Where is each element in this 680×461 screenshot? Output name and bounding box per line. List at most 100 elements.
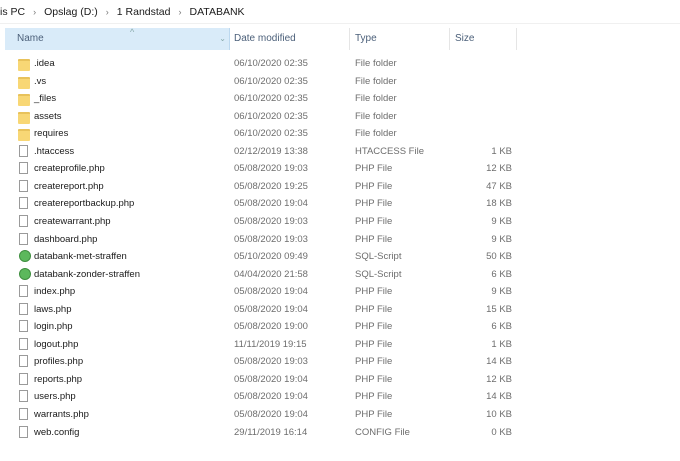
chevron-down-icon[interactable]: ⌄ [219,28,226,50]
file-name: laws.php [34,303,72,315]
chevron-right-icon: › [178,7,182,17]
file-type: PHP File [355,338,393,350]
breadcrumb-item[interactable]: 1 Randstad [117,6,171,18]
file-type: PHP File [355,409,393,420]
file-size: 0 KB [491,426,512,438]
file-date: 04/04/2020 21:58 [234,268,308,280]
file-icon [19,179,28,192]
file-name: web.config [34,426,80,438]
file-row[interactable]: .htaccess 02/12/2019 13:38 HTACCESS File… [0,143,520,160]
file-size: 47 KB [486,180,512,192]
column-divider[interactable] [449,28,450,50]
file-size: 15 KB [486,303,512,315]
column-divider[interactable] [349,28,350,50]
file-size: 9 KB [491,215,512,227]
file-date: 05/08/2020 19:00 [234,321,308,333]
file-date: 06/10/2020 02:35 [234,128,308,140]
file-date: 05/08/2020 19:25 [234,180,308,192]
file-icon [19,197,28,210]
file-row[interactable]: databank-zonder-straffen 04/04/2020 21:5… [0,266,520,283]
file-size: 12 KB [486,373,512,385]
column-header-date[interactable]: Date modified [234,28,344,50]
file-row[interactable]: reports.php 05/08/2020 19:04 PHP File 12… [0,371,520,388]
file-type: CONFIG File [355,426,410,438]
file-row[interactable]: .vs 06/10/2020 02:35 File folder [0,73,520,90]
file-type: HTACCESS File [355,145,424,157]
file-row[interactable]: web.config 29/11/2019 16:14 CONFIG File … [0,424,520,441]
file-size: 12 KB [486,163,512,175]
file-size: 9 KB [491,233,512,245]
file-name: databank-met-straffen [34,251,127,263]
folder-icon [18,76,30,89]
file-icon [19,144,28,157]
column-label: Name [17,33,44,44]
file-icon [19,285,28,298]
file-icon [19,162,28,175]
file-icon [19,337,28,350]
file-row[interactable]: assets 06/10/2020 02:35 File folder [0,108,520,125]
file-name: requires [34,128,69,140]
file-name: createreport.php [34,180,104,192]
file-icon [19,372,28,385]
file-row[interactable]: .idea 06/10/2020 02:35 File folder [0,55,520,72]
file-icon [19,302,28,315]
file-size: 9 KB [491,286,512,298]
file-row[interactable]: _files 06/10/2020 02:35 File folder [0,90,520,107]
file-row[interactable]: login.php 05/08/2020 19:00 PHP File 6 KB [0,318,520,335]
file-name: .htaccess [34,145,75,157]
column-header-size[interactable]: Size [455,28,515,50]
file-row[interactable]: createwarrant.php 05/08/2020 19:03 PHP F… [0,213,520,230]
file-size: 6 KB [491,321,512,333]
file-date: 05/08/2020 19:03 [234,215,308,227]
file-icon [19,425,28,438]
column-header: ^ Name ⌄ Date modified Type Size [0,27,520,50]
file-type: PHP File [355,303,393,315]
file-name: .vs [34,75,47,87]
file-row[interactable]: createreportbackup.php 05/08/2020 19:04 … [0,195,520,212]
file-date: 05/08/2020 19:03 [234,163,308,175]
file-date: 05/08/2020 19:04 [234,409,308,420]
breadcrumb-item[interactable]: is PC [0,6,25,18]
file-row[interactable]: users.php 05/08/2020 19:04 PHP File 14 K… [0,388,520,405]
file-row[interactable]: requires 06/10/2020 02:35 File folder [0,125,520,142]
file-row[interactable]: laws.php 05/08/2020 19:04 PHP File 15 KB [0,301,520,318]
breadcrumb: is PC › Opslag (D:) › 1 Randstad › DATABANK [0,4,245,20]
file-type: File folder [355,128,397,140]
file-size: 18 KB [486,198,512,210]
file-date: 05/10/2020 09:49 [234,251,308,263]
file-row[interactable]: databank-met-straffen 05/10/2020 09:49 S… [0,248,520,265]
file-type: File folder [355,110,397,122]
file-size: 50 KB [486,251,512,263]
breadcrumb-item[interactable]: DATABANK [190,6,245,18]
file-name: warrants.php [34,409,89,420]
file-row[interactable]: warrants.php 05/08/2020 19:04 PHP File 1… [0,406,520,423]
column-header-type[interactable]: Type [355,28,445,50]
file-row[interactable]: createreport.php 05/08/2020 19:25 PHP Fi… [0,178,520,195]
file-type: File folder [355,75,397,87]
sql-script-icon [19,250,31,263]
file-icon [19,320,28,333]
file-type: PHP File [355,356,393,368]
file-name: dashboard.php [34,233,98,245]
file-name: assets [34,110,62,122]
file-row[interactable]: index.php 05/08/2020 19:04 PHP File 9 KB [0,283,520,300]
sort-ascending-icon: ^ [130,27,135,37]
file-row[interactable]: dashboard.php 05/08/2020 19:03 PHP File … [0,231,520,248]
file-type: PHP File [355,163,393,175]
file-icon [19,214,28,227]
file-name: logout.php [34,338,79,350]
file-name: index.php [34,286,76,298]
chevron-right-icon: › [105,7,109,17]
breadcrumb-item[interactable]: Opslag (D:) [44,6,98,18]
column-header-name[interactable]: ^ Name ⌄ [5,27,230,50]
file-row[interactable]: createprofile.php 05/08/2020 19:03 PHP F… [0,160,520,177]
file-size: 1 KB [491,145,512,157]
file-type: PHP File [355,198,393,210]
file-row[interactable]: profiles.php 05/08/2020 19:03 PHP File 1… [0,353,520,370]
file-row[interactable]: logout.php 11/11/2019 19:15 PHP File 1 K… [0,336,520,353]
column-divider[interactable] [516,28,517,50]
file-name: users.php [34,391,76,403]
sql-script-icon [19,267,31,280]
file-icon [19,355,28,368]
file-type: PHP File [355,286,393,298]
